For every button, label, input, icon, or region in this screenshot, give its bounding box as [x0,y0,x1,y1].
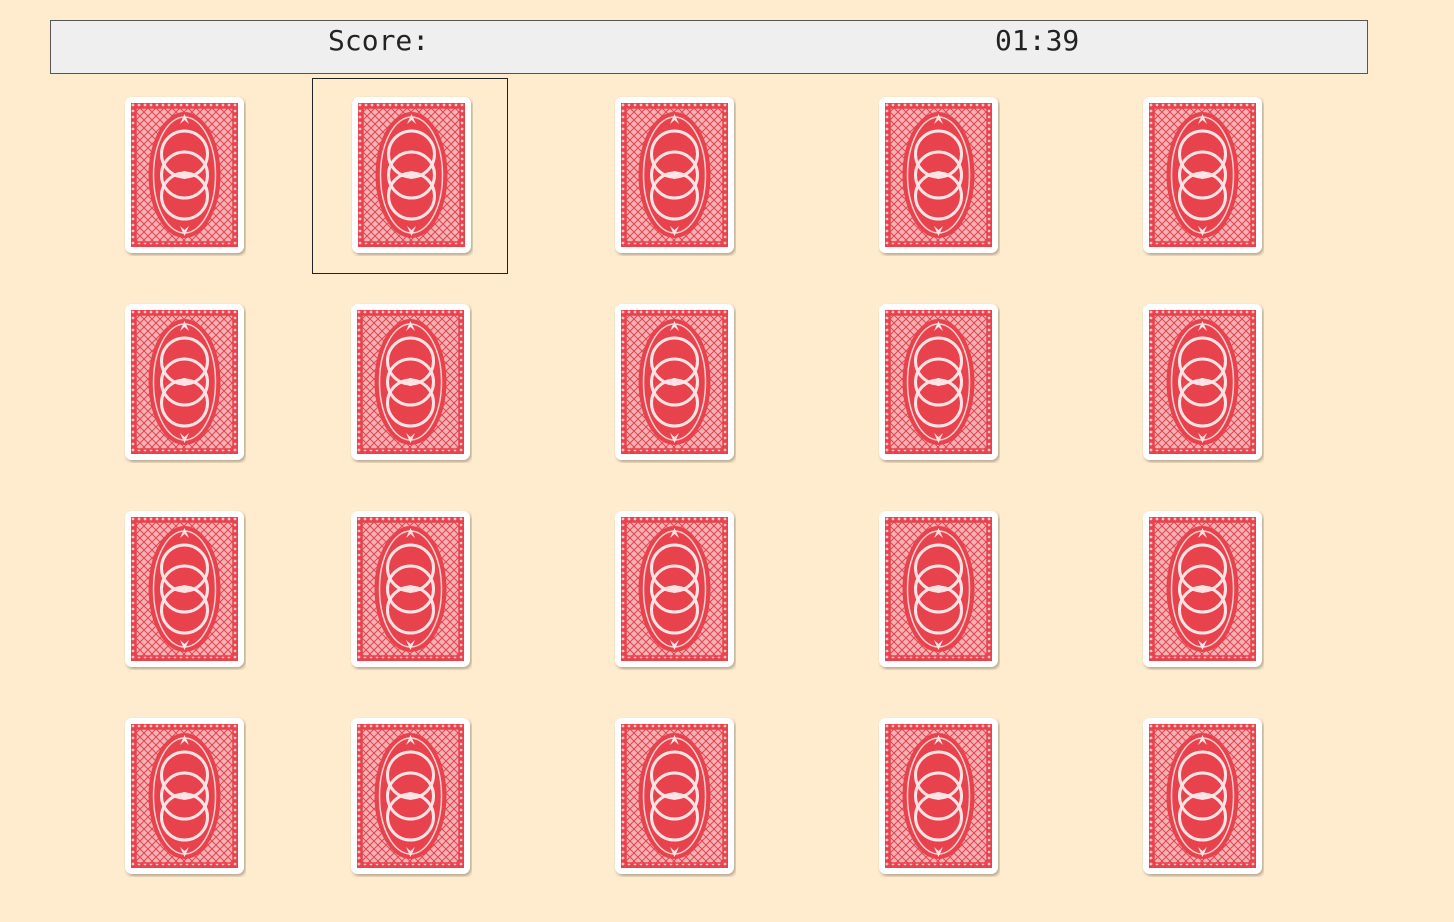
face-down-card[interactable] [350,303,472,463]
card-slot[interactable] [1104,699,1300,895]
face-down-card[interactable] [614,717,736,877]
face-down-card[interactable] [1142,96,1264,256]
face-down-card[interactable] [350,717,472,877]
face-down-card[interactable] [878,96,1000,256]
card-slot[interactable] [50,699,246,895]
face-down-card[interactable] [878,717,1000,877]
playing-card-back-icon [125,511,244,667]
face-down-card[interactable] [124,717,246,877]
playing-card-back-icon [351,718,470,874]
playing-card-back-icon [1143,718,1262,874]
card-slot[interactable] [840,699,1036,895]
playing-card-back-icon [615,304,734,460]
playing-card-back-icon [352,97,471,253]
face-down-card[interactable] [351,96,473,256]
card-slot[interactable] [312,78,508,274]
card-slot[interactable] [840,78,1036,274]
card-slot[interactable] [312,492,508,688]
playing-card-back-icon [615,97,734,253]
playing-card-back-icon [615,511,734,667]
card-slot[interactable] [576,78,772,274]
card-slot[interactable] [576,492,772,688]
face-down-card[interactable] [1142,717,1264,877]
playing-card-back-icon [1143,304,1262,460]
card-slot[interactable] [576,699,772,895]
timer: 01:39 [995,24,1080,57]
playing-card-back-icon [125,97,244,253]
card-slot[interactable] [1104,78,1300,274]
playing-card-back-icon [615,718,734,874]
card-board [50,78,1370,906]
face-down-card[interactable] [1142,303,1264,463]
score-label: Score: [328,24,430,57]
face-down-card[interactable] [878,303,1000,463]
card-slot[interactable] [312,699,508,895]
card-slot[interactable] [1104,492,1300,688]
face-down-card[interactable] [350,510,472,670]
face-down-card[interactable] [614,96,736,256]
playing-card-back-icon [879,718,998,874]
card-slot[interactable] [576,285,772,481]
playing-card-back-icon [125,718,244,874]
face-down-card[interactable] [614,510,736,670]
playing-card-back-icon [125,304,244,460]
playing-card-back-icon [879,97,998,253]
face-down-card[interactable] [124,96,246,256]
card-slot[interactable] [840,492,1036,688]
playing-card-back-icon [351,304,470,460]
card-slot[interactable] [50,285,246,481]
card-slot[interactable] [1104,285,1300,481]
card-slot[interactable] [312,285,508,481]
card-slot[interactable] [50,492,246,688]
playing-card-back-icon [1143,97,1262,253]
face-down-card[interactable] [124,510,246,670]
playing-card-back-icon [879,304,998,460]
status-bar: Score: 01:39 [50,20,1368,74]
playing-card-back-icon [1143,511,1262,667]
face-down-card[interactable] [614,303,736,463]
card-slot[interactable] [840,285,1036,481]
playing-card-back-icon [351,511,470,667]
face-down-card[interactable] [1142,510,1264,670]
playing-card-back-icon [879,511,998,667]
face-down-card[interactable] [878,510,1000,670]
card-slot[interactable] [50,78,246,274]
face-down-card[interactable] [124,303,246,463]
